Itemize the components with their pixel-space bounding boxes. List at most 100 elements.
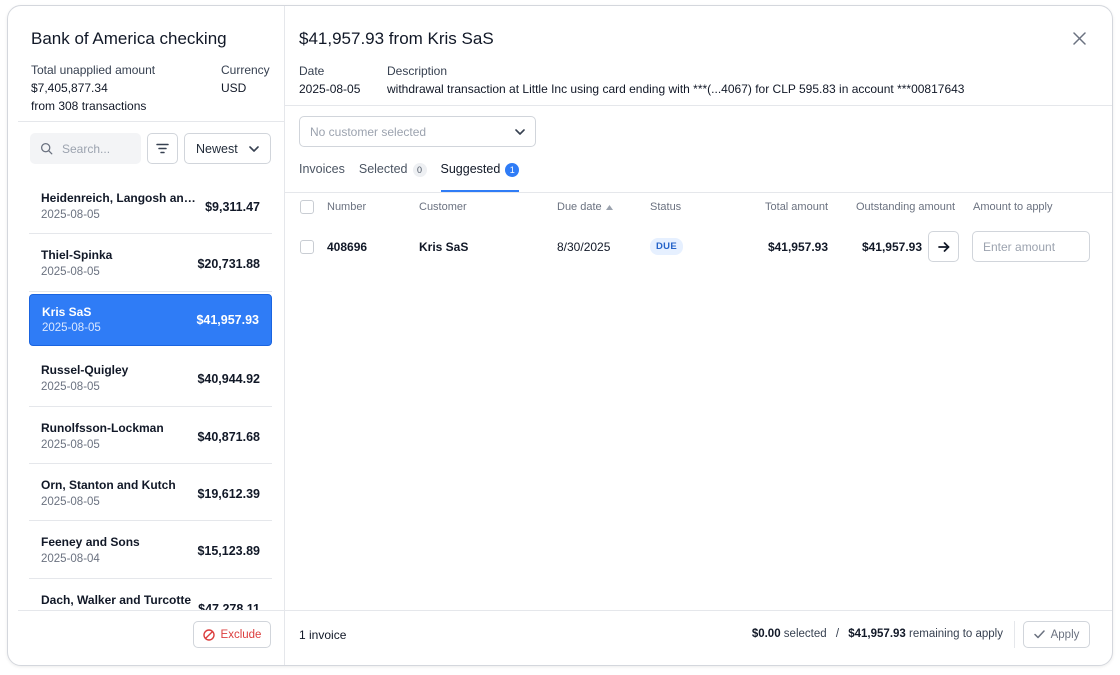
column-header-due-date[interactable]: Due date xyxy=(557,201,613,213)
list-item[interactable]: Feeney and Sons 2025-08-04 $15,123.89 xyxy=(29,521,272,579)
transaction-count: from 308 transactions xyxy=(31,99,147,113)
exclude-button[interactable]: Exclude xyxy=(193,621,271,648)
account-title: Bank of America checking xyxy=(31,29,227,48)
total-unapplied-label: Total unapplied amount xyxy=(31,63,156,77)
close-button[interactable] xyxy=(1069,28,1089,48)
count-badge: 0 xyxy=(412,163,427,177)
apply-button[interactable]: Apply xyxy=(1023,621,1090,648)
item-date: 2025-08-05 xyxy=(42,321,101,334)
search-icon xyxy=(40,142,53,155)
column-header-status[interactable]: Status xyxy=(650,201,681,213)
tab-label: Selected xyxy=(358,162,408,176)
filter-icon xyxy=(156,143,169,154)
tab-invoices[interactable]: Invoices xyxy=(299,160,345,192)
remaining-word: remaining to apply xyxy=(909,628,1003,640)
date-label: Date xyxy=(299,64,325,78)
item-amount: $47,278.11 xyxy=(198,601,260,610)
divider xyxy=(18,121,285,122)
column-header-number[interactable]: Number xyxy=(327,201,366,213)
transaction-detail-pane: $41,957.93 from Kris SaS Date 2025-08-05… xyxy=(285,6,1112,665)
item-name: Heidenreich, Langosh and ... xyxy=(41,191,201,205)
selected-word: selected xyxy=(783,628,827,640)
column-header-label: Due date xyxy=(557,201,602,213)
item-date: 2025-08-05 xyxy=(41,209,100,221)
total-unapplied-value: $7,405,877.34 xyxy=(31,81,108,95)
filter-button[interactable] xyxy=(147,133,178,164)
invoice-outstanding: $41,957.93 xyxy=(861,240,922,254)
search-placeholder: Search... xyxy=(62,141,111,156)
customer-select[interactable]: No customer selected xyxy=(299,116,536,147)
sort-label: Newest xyxy=(196,141,238,156)
status-badge: DUE xyxy=(650,238,683,255)
item-date: 2025-08-05 xyxy=(41,266,100,279)
item-date: 2025-08-05 xyxy=(41,381,100,394)
item-amount: $19,612.39 xyxy=(197,486,260,501)
invoice-customer: Kris SaS xyxy=(419,240,469,254)
item-date: 2025-08-05 xyxy=(41,495,100,508)
divider xyxy=(1014,621,1015,648)
search-input[interactable]: Search... xyxy=(30,133,141,164)
remaining-amount: $41,957.93 xyxy=(848,628,906,640)
item-name: Kris SaS xyxy=(42,304,92,319)
item-date: 2025-08-04 xyxy=(41,553,100,566)
sort-asc-icon xyxy=(605,204,613,210)
tab-suggested[interactable]: Suggested 1 xyxy=(440,160,520,192)
transaction-list-pane: Bank of America checking Total unapplied… xyxy=(8,6,285,665)
item-name: Thiel-Spinka xyxy=(41,248,113,263)
divider xyxy=(18,610,285,611)
description-value: withdrawal transaction at Little Inc usi… xyxy=(387,82,965,96)
item-name: Russel-Quigley xyxy=(41,363,129,378)
list-item[interactable]: Dach, Walker and Turcotte 2025-08-04 $47… xyxy=(29,579,272,610)
list-item[interactable]: Runolfsson-Lockman 2025-08-05 $40,871.68 xyxy=(29,407,272,464)
list-item[interactable]: Russel-Quigley 2025-08-05 $40,944.92 xyxy=(29,349,272,407)
sort-dropdown[interactable]: Newest xyxy=(184,133,271,164)
item-amount: $15,123.89 xyxy=(197,544,260,559)
invoice-total: $41,957.93 xyxy=(767,240,828,254)
selected-amount: $0.00 xyxy=(751,628,781,640)
list-item[interactable]: Orn, Stanton and Kutch 2025-08-05 $19,61… xyxy=(29,464,272,522)
date-value: 2025-08-05 xyxy=(299,82,361,96)
item-amount: $9,311.47 xyxy=(205,200,260,214)
close-icon xyxy=(1072,31,1086,45)
apply-summary: $0.00 selected / $41,957.93 remaining to… xyxy=(752,628,1003,640)
tab-selected[interactable]: Selected 0 xyxy=(359,160,427,192)
exclude-label: Exclude xyxy=(220,628,262,641)
invoice-due-date: 8/30/2025 xyxy=(557,240,611,254)
item-amount: $41,957.93 xyxy=(196,312,259,327)
tab-label: Invoices xyxy=(299,162,345,176)
list-item[interactable]: Heidenreich, Langosh and ... 2025-08-05 … xyxy=(29,177,272,235)
column-header-outstanding[interactable]: Outstanding amount xyxy=(856,201,955,213)
invoice-count: 1 invoice xyxy=(299,628,347,642)
divider xyxy=(285,192,1112,193)
row-checkbox[interactable] xyxy=(300,240,314,254)
chevron-down-icon xyxy=(249,145,259,152)
item-name: Orn, Stanton and Kutch xyxy=(41,477,176,492)
currency-label: Currency xyxy=(221,63,270,77)
item-date: 2025-08-05 xyxy=(41,438,100,451)
apply-full-amount-button[interactable] xyxy=(928,231,959,262)
divider xyxy=(285,610,1112,611)
apply-label: Apply xyxy=(1050,628,1080,641)
invoice-number: 408696 xyxy=(327,240,368,254)
select-all-checkbox[interactable] xyxy=(300,200,314,214)
currency-value: USD xyxy=(221,81,247,95)
description-label: Description xyxy=(387,64,448,78)
transaction-list: Heidenreich, Langosh and ... 2025-08-05 … xyxy=(29,177,272,610)
list-item[interactable]: Thiel-Spinka 2025-08-05 $20,731.88 xyxy=(29,234,272,292)
item-amount: $20,731.88 xyxy=(197,257,260,272)
arrow-right-icon xyxy=(937,241,949,252)
check-icon xyxy=(1033,630,1045,639)
amount-to-apply-input[interactable]: Enter amount xyxy=(972,231,1090,262)
summary-separator: / xyxy=(835,628,840,640)
item-amount: $40,871.68 xyxy=(197,429,260,444)
item-name: Runolfsson-Lockman xyxy=(41,420,164,435)
item-name: Feeney and Sons xyxy=(41,535,140,550)
customer-placeholder: No customer selected xyxy=(310,124,427,139)
column-header-total[interactable]: Total amount xyxy=(765,201,828,213)
invoice-tabs: Invoices Selected 0 Suggested 1 xyxy=(299,160,520,192)
block-icon xyxy=(202,628,215,641)
item-name: Dach, Walker and Turcotte xyxy=(41,592,192,607)
page-title: $41,957.93 from Kris SaS xyxy=(299,29,494,48)
list-item-selected[interactable]: Kris SaS 2025-08-05 $41,957.93 xyxy=(29,293,272,346)
column-header-customer[interactable]: Customer xyxy=(419,201,467,213)
